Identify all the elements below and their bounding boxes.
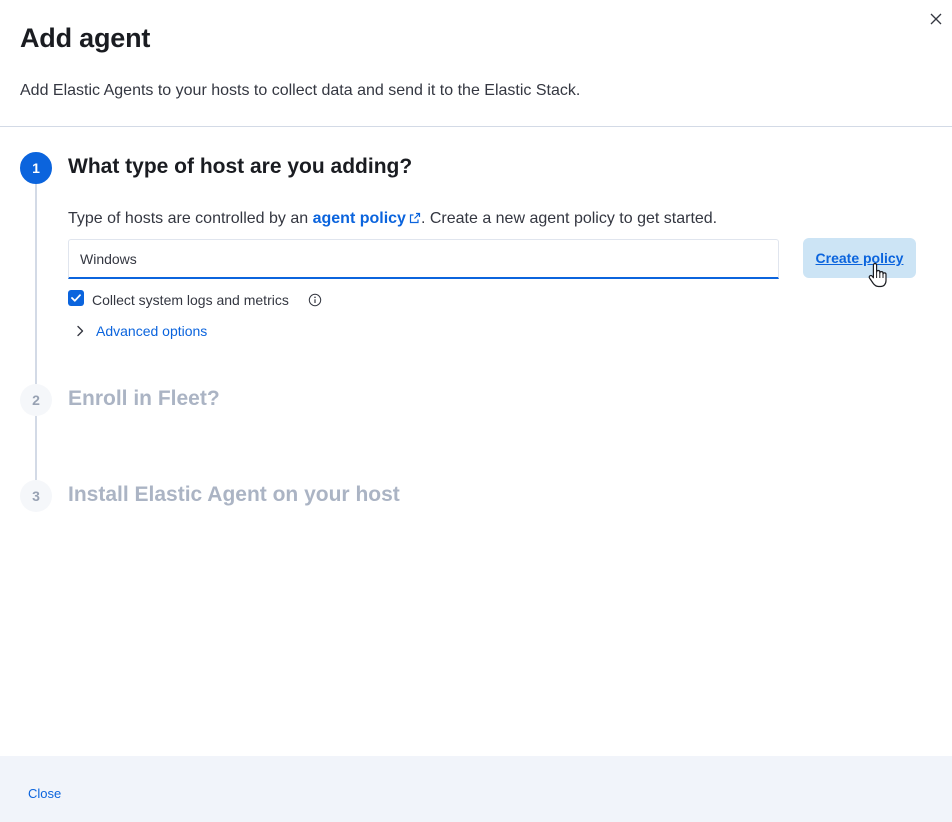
step-number-2: 2 <box>20 384 52 416</box>
create-policy-button[interactable]: Create policy <box>803 238 916 278</box>
step-1-description: Type of hosts are controlled by an agent… <box>68 208 717 231</box>
external-link-icon <box>409 209 421 231</box>
agent-policy-link[interactable]: agent policy <box>313 210 421 227</box>
description-suffix: . Create a new agent policy to get start… <box>420 210 718 227</box>
chevron-right-icon[interactable] <box>72 323 88 339</box>
flyout-subtitle: Add Elastic Agents to your hosts to coll… <box>20 82 581 99</box>
step-connector-1 <box>35 184 37 384</box>
step-title-1: What type of host are you adding? <box>68 155 413 178</box>
header-divider <box>0 126 952 127</box>
advanced-options-toggle[interactable]: Advanced options <box>96 322 207 340</box>
info-icon[interactable] <box>308 293 322 307</box>
step-connector-2 <box>35 416 37 480</box>
close-button[interactable]: Close <box>28 785 61 803</box>
collect-system-logs-label[interactable]: Collect system logs and metrics <box>92 291 289 309</box>
step-number-1: 1 <box>20 152 52 184</box>
collect-system-logs-checkbox[interactable] <box>68 290 84 306</box>
step-title-2: Enroll in Fleet? <box>68 387 220 410</box>
description-prefix: Type of hosts are controlled by an <box>68 210 313 227</box>
flyout-header: Add agent <box>20 20 932 56</box>
checkmark-icon <box>71 294 81 302</box>
step-number-3: 3 <box>20 480 52 512</box>
flyout-footer <box>0 756 952 822</box>
policy-name-input[interactable] <box>68 239 779 279</box>
step-title-3: Install Elastic Agent on your host <box>68 483 400 506</box>
agent-policy-link-label: agent policy <box>312 210 406 227</box>
flyout-title: Add agent <box>20 23 151 53</box>
